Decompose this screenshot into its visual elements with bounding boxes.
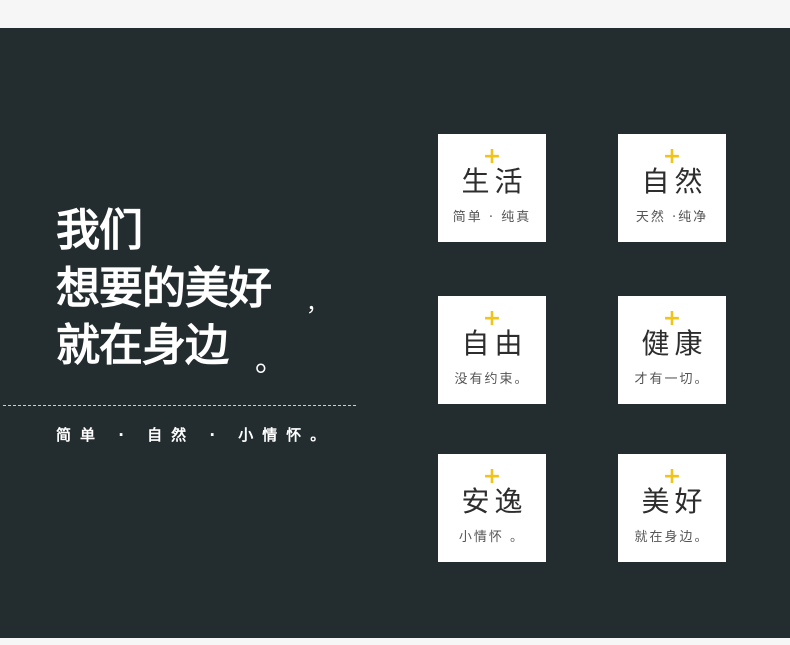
headline-line-2: 想要的美好 [56, 263, 272, 314]
card-title: 自由 [461, 327, 528, 360]
card-title: 健康 [641, 327, 708, 360]
bottom-strip [0, 638, 790, 645]
card-subtitle: 天然 ·纯净 [635, 210, 709, 225]
card-nature: + 自然 天然 ·纯净 [618, 134, 726, 242]
tagline: 简单 · 自然 · 小情怀。 [56, 426, 335, 444]
headline-period: 。 [255, 344, 285, 379]
card-subtitle: 简单 · 纯真 [452, 210, 532, 225]
card-subtitle: 才有一切。 [634, 372, 710, 387]
card-freedom: + 自由 没有约束。 [438, 296, 546, 404]
card-title: 安逸 [461, 485, 528, 518]
card-title: 自然 [641, 165, 708, 198]
card-beauty: + 美好 就在身边。 [618, 454, 726, 562]
card-subtitle: 小情怀 。 [458, 530, 526, 545]
card-title: 美好 [641, 485, 708, 518]
card-subtitle: 没有约束。 [454, 372, 530, 387]
card-health: + 健康 才有一切。 [618, 296, 726, 404]
headline-line-1: 我们 [56, 205, 143, 256]
card-ease: + 安逸 小情怀 。 [438, 454, 546, 562]
card-title: 生活 [461, 165, 528, 198]
headline-line-3: 就在身边 [56, 320, 229, 371]
headline-comma: ， [306, 292, 329, 317]
card-life: + 生活 简单 · 纯真 [438, 134, 546, 242]
dotted-divider [3, 405, 356, 406]
card-subtitle: 就在身边。 [634, 530, 710, 545]
